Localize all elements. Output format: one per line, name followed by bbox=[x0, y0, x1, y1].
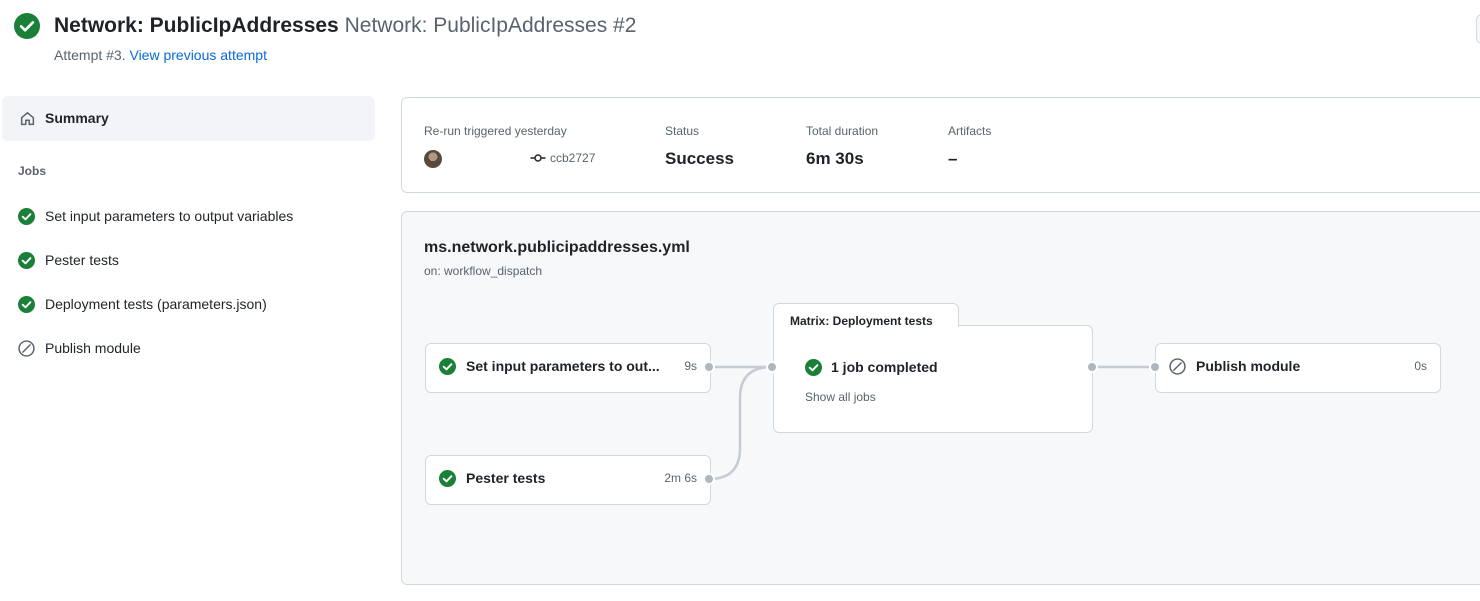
check-circle-icon bbox=[805, 359, 822, 376]
job-node-duration: 0s bbox=[1414, 359, 1427, 373]
check-circle-icon bbox=[439, 358, 456, 375]
connector-pester-to-matrix bbox=[708, 365, 773, 481]
attempt-text: Attempt #3. bbox=[54, 47, 126, 63]
duration-label: Total duration bbox=[806, 124, 879, 138]
workflow-graph: ms.network.publicipaddresses.yml on: wor… bbox=[401, 211, 1480, 585]
check-circle-icon bbox=[14, 13, 40, 39]
trigger-label: Re-run triggered yesterday bbox=[424, 124, 567, 138]
workflow-trigger: on: workflow_dispatch bbox=[424, 264, 543, 278]
job-node-duration: 2m 6s bbox=[664, 471, 697, 485]
job-node-set-input[interactable]: Set input parameters to out... 9s bbox=[425, 343, 711, 393]
duration-value: 6m 30s bbox=[806, 149, 864, 168]
commit-link[interactable]: ccb2727 bbox=[530, 151, 595, 165]
skipped-icon bbox=[1169, 358, 1186, 375]
job-node-publish[interactable]: Publish module 0s bbox=[1155, 343, 1441, 393]
job-node-label: Pester tests bbox=[466, 470, 546, 486]
check-circle-icon bbox=[439, 470, 456, 487]
matrix-tab[interactable]: Matrix: Deployment tests bbox=[773, 303, 959, 328]
sidebar-job-label: Publish module bbox=[45, 340, 141, 356]
sidebar-job-deployment[interactable]: Deployment tests (parameters.json) bbox=[2, 286, 375, 322]
show-all-jobs-link[interactable]: Show all jobs bbox=[805, 390, 876, 404]
workflow-title: Network: PublicIpAddresses bbox=[54, 14, 339, 37]
avatar[interactable] bbox=[424, 150, 442, 168]
sidebar-job-pester[interactable]: Pester tests bbox=[2, 242, 375, 278]
run-summary-card: Re-run triggered yesterday ccb2727 Statu… bbox=[401, 97, 1480, 193]
skipped-icon bbox=[18, 340, 35, 357]
sidebar-item-summary[interactable]: Summary bbox=[2, 96, 375, 141]
jobs-heading: Jobs bbox=[18, 164, 47, 178]
header-action-button[interactable] bbox=[1476, 14, 1480, 44]
matrix-title: Matrix: Deployment tests bbox=[790, 314, 933, 328]
matrix-node-deployment-tests[interactable]: 1 job completed Show all jobs bbox=[773, 325, 1093, 433]
check-circle-icon bbox=[18, 296, 35, 313]
matrix-status: 1 job completed bbox=[831, 359, 938, 375]
status-label: Status bbox=[665, 124, 700, 138]
commit-sha: ccb2727 bbox=[550, 151, 596, 165]
run-title: Network: PublicIpAddresses #2 bbox=[344, 14, 637, 37]
artifacts-value: – bbox=[948, 149, 958, 168]
sidebar-job-set-input[interactable]: Set input parameters to output variables bbox=[2, 198, 375, 234]
view-previous-attempt-link[interactable]: View previous attempt bbox=[129, 47, 266, 63]
job-node-label: Publish module bbox=[1196, 358, 1301, 374]
attempt-info: Attempt #3. View previous attempt bbox=[54, 47, 267, 63]
home-icon bbox=[20, 112, 35, 126]
job-node-duration: 9s bbox=[684, 359, 697, 373]
status-value: Success bbox=[665, 149, 734, 168]
artifacts-label: Artifacts bbox=[948, 124, 992, 138]
job-node-pester[interactable]: Pester tests 2m 6s bbox=[425, 455, 711, 505]
sidebar-item-label: Summary bbox=[45, 110, 109, 126]
sidebar-job-publish[interactable]: Publish module bbox=[2, 330, 375, 366]
sidebar-job-label: Set input parameters to output variables bbox=[45, 208, 294, 224]
job-node-label: Set input parameters to out... bbox=[466, 358, 660, 374]
page-title: Network: PublicIpAddresses Network: Publ… bbox=[54, 14, 636, 38]
check-circle-icon bbox=[18, 252, 35, 269]
git-commit-icon bbox=[530, 154, 546, 162]
sidebar-job-label: Deployment tests (parameters.json) bbox=[45, 296, 267, 312]
workflow-file-name: ms.network.publicipaddresses.yml bbox=[424, 239, 690, 256]
run-header: Network: PublicIpAddresses Network: Publ… bbox=[0, 0, 1480, 80]
sidebar-job-label: Pester tests bbox=[45, 252, 119, 268]
check-circle-icon bbox=[18, 208, 35, 225]
